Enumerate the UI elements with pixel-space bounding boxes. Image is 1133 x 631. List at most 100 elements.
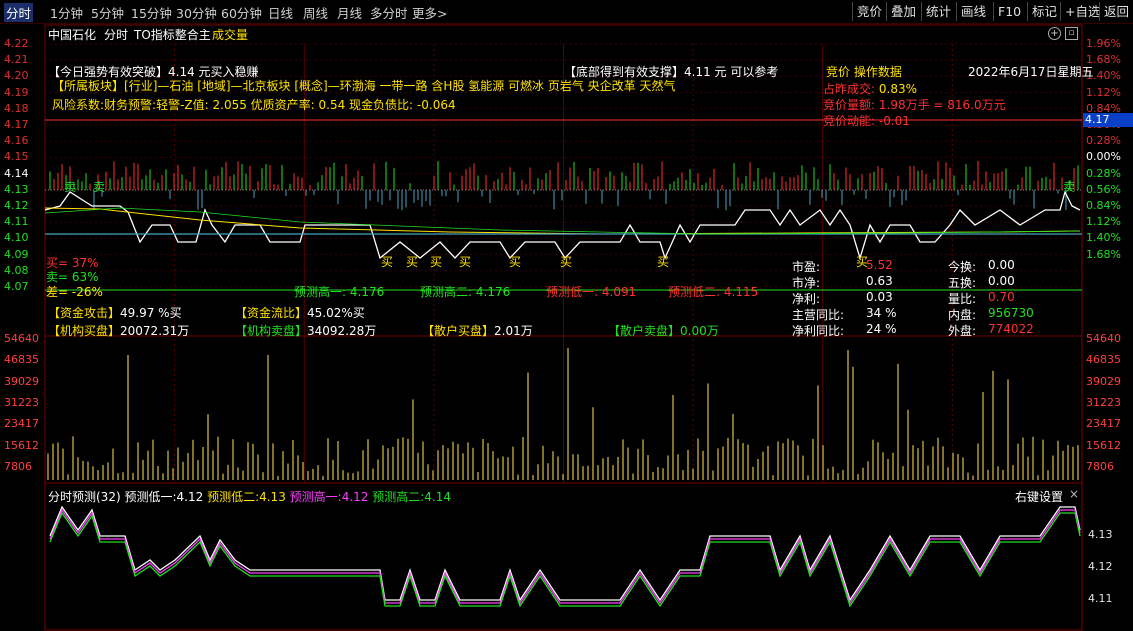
price-tick: 4.22 <box>4 37 29 50</box>
price-tick: 4.13 <box>4 182 29 196</box>
percent-tick: 0.00% <box>1086 150 1121 164</box>
volume-tick: 54640 <box>4 332 39 345</box>
volume-tick: 46835 <box>4 353 39 367</box>
buy-signal: 买 <box>381 255 393 269</box>
stat-value: 774022 <box>988 322 1034 336</box>
diff-ratio: 差= -26% <box>46 285 103 299</box>
volume-tick: 23417 <box>4 417 39 431</box>
price-line <box>44 190 1081 261</box>
stat-value: 956730 <box>988 306 1034 320</box>
volume-tick: 54640 <box>1086 332 1121 345</box>
volume-tick: 46835 <box>1086 353 1121 367</box>
percent-tick: 1.96% <box>1086 37 1121 50</box>
stat-label: 主营同比: <box>792 308 845 322</box>
price-tick: 4.14 <box>4 166 29 180</box>
price-tick: 4.09 <box>4 247 29 261</box>
price-tick: 4.19 <box>4 85 29 99</box>
stat-label: 内盘: <box>948 308 977 322</box>
percent-tick: 1.12% <box>1086 215 1121 229</box>
percent-tick: 1.68% <box>1086 247 1121 261</box>
price-tick: 4.08 <box>4 263 29 277</box>
forecast-tick: 4.13 <box>1088 528 1113 541</box>
forecast-tick: 4.11 <box>1088 592 1113 605</box>
stat-label: 今换: <box>948 260 977 274</box>
volume-tick: 7806 <box>1086 459 1114 473</box>
risk-coefficient-text: 风险系数:财务预警:轻警-Z值: 2.055 优质资产率: 0.54 现金负债比… <box>52 98 456 112</box>
price-tick: 4.12 <box>4 199 29 212</box>
forecast-panel-title: 分时预测(32) 预测低一:4.12 预测低二:4.13 预测高一:4.12 预… <box>48 490 452 504</box>
forecast-low-2: 预测低二: 4.115 <box>668 285 759 299</box>
forecast-high-1: 预测高一: 4.176 <box>294 285 385 299</box>
volume-tick: 39029 <box>1086 374 1121 388</box>
volume-tick: 15612 <box>4 438 39 452</box>
buy-signal: 买 <box>430 255 442 269</box>
forecast-tick: 4.12 <box>1088 560 1113 573</box>
price-tick: 4.16 <box>4 134 29 148</box>
fund-attack: 【资金攻击】49.97 %买 <box>48 306 182 320</box>
buy-signal: 买 <box>459 255 471 269</box>
sector-line: 【所属板块】[行业]—石油 [地域]—北京板块 [概念]—环渤海 一带一路 含H… <box>52 77 675 94</box>
percent-tick: 0.84% <box>1086 199 1121 212</box>
buy-signal: 买 <box>560 255 572 269</box>
auction-data-title: 竞价 操作数据 <box>826 65 902 79</box>
buy-signal: 买 <box>657 255 669 269</box>
price-tick: 4.11 <box>4 215 29 229</box>
price-tick: 4.18 <box>4 101 29 115</box>
percent-tick: 0.28% <box>1086 134 1121 148</box>
current-price-tag: 4.17 <box>1083 113 1133 127</box>
stat-value: 24 % <box>866 322 897 336</box>
sector-text: [行业]—石油 [地域]—北京板块 [概念]—环渤海 一带一路 含H股 氢能源 … <box>124 79 676 93</box>
stat-label: 净利同比: <box>792 324 845 338</box>
price-tick: 4.10 <box>4 231 29 245</box>
forecast-line-20e020 <box>49 511 1081 608</box>
stat-value: 5.52 <box>866 258 893 272</box>
trend-line <box>44 207 1081 235</box>
retail-sell: 【散户卖盘】0.00万 <box>608 324 719 338</box>
volume-tick: 23417 <box>1086 417 1121 431</box>
stat-value: 0.00 <box>988 274 1015 288</box>
forecast-low-1: 预测低一: 4.091 <box>546 285 637 299</box>
volume-tick: 39029 <box>4 374 39 388</box>
volume-tick: 15612 <box>1086 438 1121 452</box>
stat-value: 0.00 <box>988 258 1015 272</box>
volume-tick: 31223 <box>4 395 39 409</box>
percent-tick: 1.12% <box>1086 85 1121 99</box>
price-tick: 4.07 <box>4 280 29 293</box>
percent-tick: 0.56% <box>1086 182 1121 196</box>
stat-label: 量比: <box>948 292 977 306</box>
volume-tick: 31223 <box>1086 395 1121 409</box>
trade-date: 2022年6月17日星期五 <box>968 65 1094 79</box>
right-click-settings[interactable]: 右键设置 <box>1015 488 1063 505</box>
sell-signal: 卖 <box>1063 180 1075 194</box>
institution-sell: 【机构卖盘】34092.28万 <box>235 324 377 338</box>
price-tick: 4.20 <box>4 69 29 83</box>
auction-volume-amount: 竞价量额: 1.98万手 = 816.0万元 <box>823 98 1006 112</box>
close-icon[interactable]: × <box>1069 487 1079 501</box>
forecast-high-2: 预测高二: 4.176 <box>420 285 511 299</box>
stat-value: 34 % <box>866 306 897 320</box>
stat-label: 外盘: <box>948 324 977 338</box>
percent-tick: 1.40% <box>1086 231 1121 245</box>
stat-label: 市盈: <box>792 260 821 274</box>
stat-value: 0.63 <box>866 274 893 288</box>
stat-label: 五换: <box>948 276 977 290</box>
stat-label: 市净: <box>792 276 821 290</box>
buy-signal: 买 <box>406 255 418 269</box>
percent-tick: 0.28% <box>1086 166 1121 180</box>
stat-value: 0.03 <box>866 290 893 304</box>
auction-momentum: 竞价动能: -0.01 <box>823 114 910 128</box>
forecast-line-ff40ff <box>49 508 1081 605</box>
sell-signal: 卖 <box>93 180 105 194</box>
buy-signal: 买 <box>509 255 521 269</box>
price-tick: 4.21 <box>4 53 29 67</box>
price-tick: 4.15 <box>4 150 29 164</box>
sector-label: 【所属板块】 <box>52 79 125 93</box>
volume-tick: 7806 <box>4 459 32 473</box>
sell-signal: 卖 <box>64 180 76 194</box>
auction-prev-ratio: 占昨成交: 0.83% <box>823 82 917 96</box>
institution-buy: 【机构买盘】20072.31万 <box>48 324 190 338</box>
stat-label: 净利: <box>792 292 821 306</box>
retail-buy: 【散户买盘】2.01万 <box>422 324 533 338</box>
stat-value: 0.70 <box>988 290 1015 304</box>
fund-flow: 【资金流比】45.02%买 <box>235 306 365 320</box>
